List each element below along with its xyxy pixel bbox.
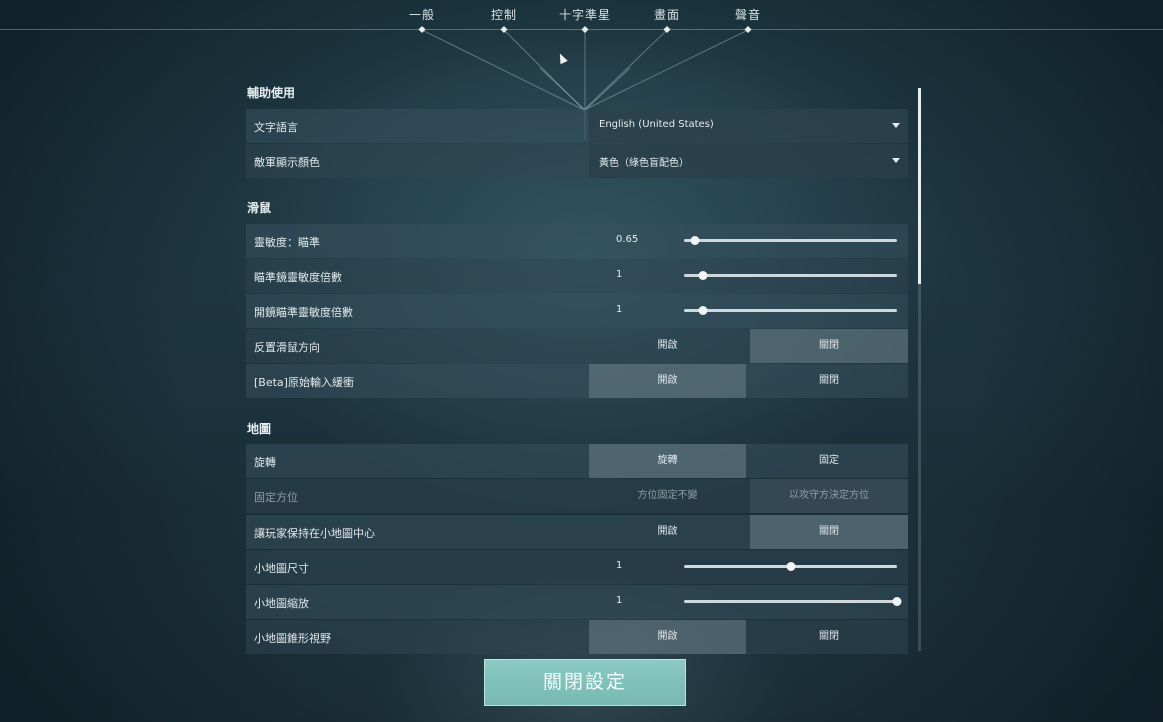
setting-row-minimap-zoom: 小地圖縮放 1 xyxy=(246,585,908,619)
tab-crosshair[interactable]: 十字準星 xyxy=(559,6,611,23)
section-title-accessibility: 輔助使用 xyxy=(247,86,296,100)
setting-row-enemy-color: 敵軍顯示顏色 黃色（綠色盲配色） xyxy=(246,144,908,178)
slider-knob[interactable] xyxy=(786,562,795,571)
minimap-zoom-slider[interactable] xyxy=(684,597,902,606)
setting-row-fixed-orientation: 固定方位 方位固定不變 以攻守方決定方位 xyxy=(246,479,908,513)
setting-label: 固定方位 xyxy=(254,491,298,504)
slider-value: 0.65 xyxy=(616,234,639,245)
setting-label: 讓玩家保持在小地圖中心 xyxy=(254,527,375,540)
setting-row-language: 文字語言 English (United States) xyxy=(246,109,908,143)
orientation-by-side-button[interactable]: 以攻守方決定方位 xyxy=(750,479,908,513)
orientation-fixed-button[interactable]: 方位固定不變 xyxy=(589,479,746,513)
slider-value: 1 xyxy=(616,560,623,571)
minimap-cone-on-button[interactable]: 開啟 xyxy=(589,620,746,654)
fixed-button[interactable]: 固定 xyxy=(750,444,908,478)
dropdown-value: 黃色（綠色盲配色） xyxy=(599,158,689,169)
section-title-mouse: 滑鼠 xyxy=(247,201,272,215)
caret-down-icon xyxy=(892,158,900,163)
invert-off-button[interactable]: 關閉 xyxy=(750,329,908,363)
setting-label: 小地圖縮放 xyxy=(254,597,309,610)
setting-label: [Beta]原始輸入緩衝 xyxy=(254,376,354,389)
invert-on-button[interactable]: 開啟 xyxy=(589,329,746,363)
enemy-color-dropdown[interactable]: 黃色（綠色盲配色） xyxy=(589,144,908,178)
slider-knob[interactable] xyxy=(690,236,700,245)
setting-row-minimap-size: 小地圖尺寸 1 xyxy=(246,550,908,584)
setting-row-minimap-cone: 小地圖錐形視野 開啟 關閉 xyxy=(246,620,908,654)
setting-row-rotate: 旋轉 旋轉 固定 xyxy=(246,444,908,478)
setting-row-keep-center: 讓玩家保持在小地圖中心 開啟 關閉 xyxy=(246,515,908,549)
slider-knob[interactable] xyxy=(892,597,902,606)
setting-row-raw-input: [Beta]原始輸入緩衝 開啟 關閉 xyxy=(246,364,908,398)
setting-row-sensitivity: 靈敏度：瞄準 0.65 xyxy=(246,224,908,258)
tab-audio[interactable]: 聲音 xyxy=(735,6,761,23)
setting-label: 瞄準鏡靈敏度倍數 xyxy=(254,271,342,284)
setting-row-ads-sensitivity: 開鏡瞄準靈敏度倍數 1 xyxy=(246,294,908,328)
section-title-map: 地圖 xyxy=(247,422,272,436)
slider-knob[interactable] xyxy=(698,271,708,280)
setting-label: 靈敏度：瞄準 xyxy=(254,236,320,249)
minimap-size-slider[interactable] xyxy=(684,562,897,571)
language-dropdown[interactable]: English (United States) xyxy=(589,109,908,143)
keep-center-on-button[interactable]: 開啟 xyxy=(589,515,746,549)
setting-label: 敵軍顯示顏色 xyxy=(254,156,320,169)
keep-center-off-button[interactable]: 關閉 xyxy=(750,515,908,549)
setting-label: 文字語言 xyxy=(254,121,298,134)
slider-value: 1 xyxy=(616,595,623,606)
tab-video[interactable]: 畫面 xyxy=(654,6,680,23)
scrollbar-thumb[interactable] xyxy=(918,88,921,284)
rotate-button[interactable]: 旋轉 xyxy=(589,444,746,478)
slider-knob[interactable] xyxy=(698,306,708,315)
dropdown-value: English (United States) xyxy=(599,119,714,130)
setting-label: 旋轉 xyxy=(254,456,276,469)
setting-row-scope-sensitivity: 瞄準鏡靈敏度倍數 1 xyxy=(246,259,908,293)
setting-label: 小地圖尺寸 xyxy=(254,562,309,575)
tab-general[interactable]: 一般 xyxy=(409,6,435,23)
setting-label: 開鏡瞄準靈敏度倍數 xyxy=(254,306,353,319)
tab-controls[interactable]: 控制 xyxy=(491,6,517,23)
close-settings-button[interactable]: 關閉設定 xyxy=(484,659,686,706)
settings-scrollbar[interactable] xyxy=(918,88,921,651)
sensitivity-slider[interactable] xyxy=(684,236,897,245)
setting-label: 反置滑鼠方向 xyxy=(254,341,320,354)
setting-row-invert-mouse: 反置滑鼠方向 開啟 關閉 xyxy=(246,329,908,363)
setting-label: 小地圖錐形視野 xyxy=(254,632,331,645)
ads-sensitivity-slider[interactable] xyxy=(684,306,897,315)
caret-down-icon xyxy=(892,123,900,128)
scope-sensitivity-slider[interactable] xyxy=(684,271,897,280)
minimap-cone-off-button[interactable]: 關閉 xyxy=(750,620,908,654)
raw-input-off-button[interactable]: 關閉 xyxy=(750,364,908,398)
slider-value: 1 xyxy=(616,269,623,280)
slider-value: 1 xyxy=(616,304,623,315)
raw-input-on-button[interactable]: 開啟 xyxy=(589,364,746,398)
